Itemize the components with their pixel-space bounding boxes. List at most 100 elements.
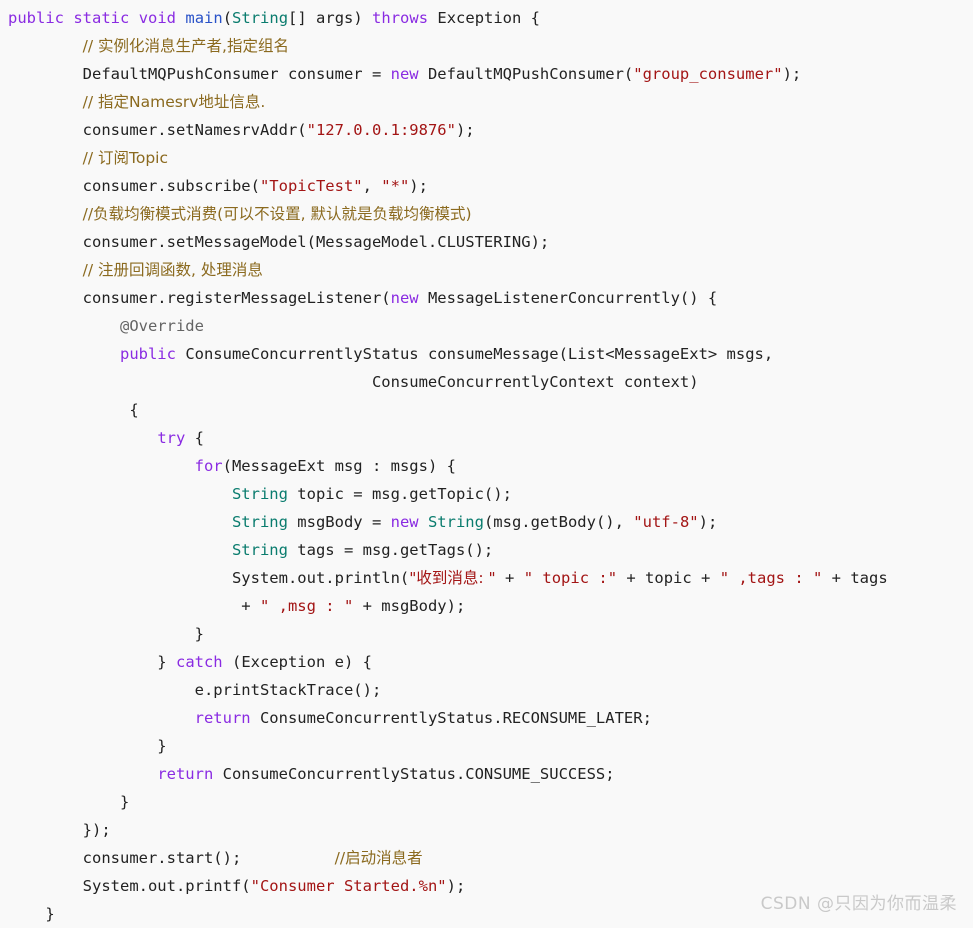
code-line: e.printStackTrace();: [0, 676, 973, 704]
code-token-cmt: // 注册回调函数, 处理消息: [82, 261, 263, 279]
code-line: public ConsumeConcurrentlyStatus consume…: [0, 340, 973, 368]
code-token-pln: );: [409, 177, 428, 195]
code-token-pln: tags = msg.getTags();: [287, 541, 494, 559]
code-token-pln: });: [8, 821, 111, 839]
code-token-str: "收到消息: ": [409, 569, 496, 587]
code-token-pln: {: [185, 429, 204, 447]
code-line: ConsumeConcurrentlyContext context): [0, 368, 973, 396]
code-token-str: "TopicTest": [259, 177, 363, 195]
code-token-pln: }: [8, 793, 130, 811]
code-token-pln: [8, 709, 195, 727]
code-token-cmt: //启动消息者: [334, 849, 423, 867]
code-token-kw: return: [194, 709, 251, 727]
code-line: String tags = msg.getTags();: [0, 536, 973, 564]
code-token-kw: void: [138, 9, 177, 27]
code-token-pln: consumer.registerMessageListener(: [8, 289, 391, 307]
code-token-typ: String: [427, 513, 484, 531]
code-token-cmt: // 指定Namesrv地址信息.: [82, 93, 266, 111]
code-token-pln: ConsumeConcurrentlyStatus consumeMessage…: [175, 345, 774, 363]
code-token-typ: String: [231, 485, 288, 503]
code-token-pln: topic = msg.getTopic();: [287, 485, 512, 503]
code-token-pln: }: [8, 737, 167, 755]
code-token-kw: try: [157, 429, 186, 447]
code-line: + " ,msg : " + msgBody);: [0, 592, 973, 620]
code-token-pln: [419, 513, 428, 531]
code-token-pln: +: [495, 569, 524, 587]
code-token-pln: Exception {: [428, 9, 541, 27]
code-token-pln: [8, 429, 157, 447]
code-line: // 指定Namesrv地址信息.: [0, 88, 973, 116]
code-token-pln: [8, 457, 195, 475]
code-token-pln: + tags: [822, 569, 888, 587]
code-line: consumer.setMessageModel(MessageModel.CL…: [0, 228, 973, 256]
code-line: // 实例化消息生产者,指定组名: [0, 32, 973, 60]
code-token-pln: System.out.printf(: [8, 877, 251, 895]
code-line: for(MessageExt msg : msgs) {: [0, 452, 973, 480]
code-token-typ: String: [232, 9, 289, 27]
code-token-str: "Consumer Started.%n": [250, 877, 447, 895]
code-token-pln: [129, 9, 138, 27]
code-token-typ: String: [231, 513, 288, 531]
code-token-kw: catch: [175, 653, 223, 671]
code-line: {: [0, 396, 973, 424]
code-token-pln: [8, 345, 120, 363]
code-line: consumer.subscribe("TopicTest", "*");: [0, 172, 973, 200]
java-code-block[interactable]: public static void main(String[] args) t…: [0, 0, 973, 928]
code-line: //负载均衡模式消费(可以不设置, 默认就是负载均衡模式): [0, 200, 973, 228]
code-token-pln: consumer.subscribe(: [8, 177, 260, 195]
code-token-cmt: //负载均衡模式消费(可以不设置, 默认就是负载均衡模式): [82, 205, 472, 223]
code-token-kw: new: [390, 65, 419, 83]
code-token-str: "utf-8": [633, 513, 699, 531]
code-line: System.out.println("收到消息: " + " topic :"…: [0, 564, 973, 592]
code-token-pln: }: [8, 653, 176, 671]
code-token-pln: [8, 513, 232, 531]
code-token-ann: @Override: [119, 317, 204, 335]
code-token-typ: String: [231, 541, 288, 559]
code-line: } catch (Exception e) {: [0, 648, 973, 676]
code-line: return ConsumeConcurrentlyStatus.CONSUME…: [0, 760, 973, 788]
code-token-kw: throws: [372, 9, 429, 27]
code-token-str: "*": [381, 177, 410, 195]
code-token-pln: MessageListenerConcurrently() {: [418, 289, 718, 307]
code-viewer: public static void main(String[] args) t…: [0, 0, 973, 926]
code-token-str: "127.0.0.1:9876": [306, 121, 456, 139]
code-line: public static void main(String[] args) t…: [0, 4, 973, 32]
code-token-pln: (MessageExt msg : msgs) {: [222, 457, 456, 475]
code-line: // 注册回调函数, 处理消息: [0, 256, 973, 284]
code-line: DefaultMQPushConsumer consumer = new Def…: [0, 60, 973, 88]
code-token-pln: [8, 765, 157, 783]
code-line: consumer.setNamesrvAddr("127.0.0.1:9876"…: [0, 116, 973, 144]
code-token-pln: consumer.setNamesrvAddr(: [8, 121, 307, 139]
csdn-watermark: CSDN @只因为你而温柔: [760, 894, 957, 914]
code-token-pln: [176, 9, 185, 27]
code-token-str: " ,tags : ": [719, 569, 823, 587]
code-token-pln: );: [455, 121, 475, 139]
code-token-pln: }: [8, 625, 204, 643]
code-token-pln: [8, 317, 120, 335]
code-line: }: [0, 788, 973, 816]
code-token-cmt: // 实例化消息生产者,指定组名: [82, 37, 289, 55]
code-token-kw: return: [157, 765, 214, 783]
code-token-str: "group_consumer": [633, 65, 783, 83]
code-token-pln: [8, 205, 83, 223]
code-token-pln: DefaultMQPushConsumer(: [418, 65, 634, 83]
code-token-pln: [8, 93, 83, 111]
code-token-cmt: // 订阅Topic: [82, 149, 169, 167]
code-token-str: " topic :": [523, 569, 618, 587]
code-line: }: [0, 732, 973, 760]
code-token-pln: System.out.println(: [8, 569, 410, 587]
code-line: String msgBody = new String(msg.getBody(…: [0, 508, 973, 536]
code-token-pln: DefaultMQPushConsumer consumer =: [8, 65, 391, 83]
code-token-pln: ConsumeConcurrentlyStatus.CONSUME_SUCCES…: [213, 765, 615, 783]
code-token-pln: msgBody =: [287, 513, 391, 531]
code-token-pln: [8, 149, 83, 167]
code-token-pln: +: [8, 597, 260, 615]
code-token-pln: );: [698, 513, 718, 531]
code-token-pln: }: [8, 905, 55, 923]
code-line: consumer.registerMessageListener(new Mes…: [0, 284, 973, 312]
code-line: });: [0, 816, 973, 844]
code-token-pln: consumer.start();: [8, 849, 335, 867]
code-token-kw: public: [119, 345, 176, 363]
code-line: return ConsumeConcurrentlyStatus.RECONSU…: [0, 704, 973, 732]
code-line: String topic = msg.getTopic();: [0, 480, 973, 508]
